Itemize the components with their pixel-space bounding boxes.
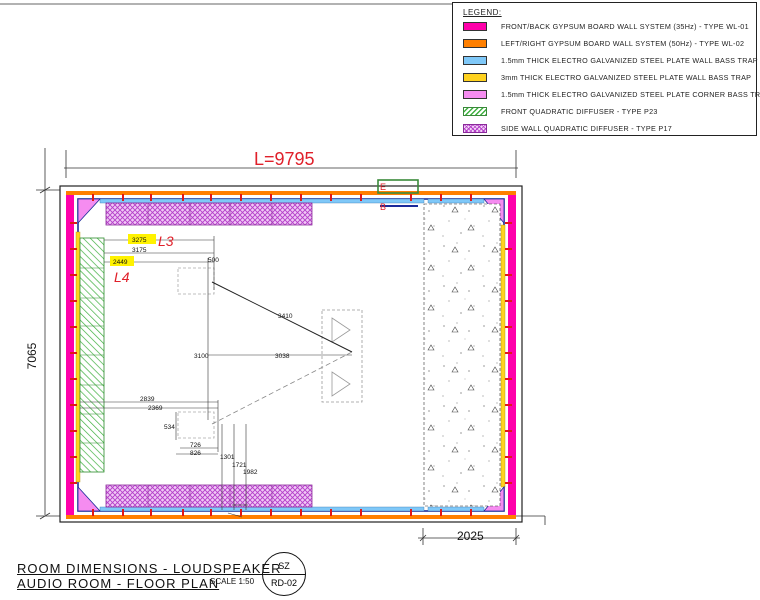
corner-trap-top-left	[77, 198, 101, 225]
scale-label: SCALE 1:50	[210, 577, 255, 586]
dim-1301: 1301	[220, 454, 235, 461]
wall-wl02-bottom	[66, 515, 516, 519]
dim-534: 534	[164, 424, 175, 431]
dim-3410: 3410	[278, 313, 293, 320]
side-diffuser-bottom	[105, 484, 313, 508]
sightline-lower	[211, 351, 353, 425]
speaker-upper	[177, 267, 215, 295]
wall-wl02-top	[66, 191, 516, 195]
title-line-2: AUDIO ROOM - FLOOR PLAN	[17, 576, 220, 591]
right-zone-label: 2025	[457, 529, 484, 543]
dimension-labels: 3275 3175 2449 500 3410 3100 3038 2839 2…	[113, 237, 293, 476]
dim-2449: 2449	[113, 259, 128, 266]
dim-826: 826	[190, 450, 201, 457]
drawing-stamp: SZ RD-02	[262, 552, 306, 596]
side-diffuser-top	[105, 202, 313, 226]
annotation-l4: L4	[114, 269, 130, 285]
title-line-1: ROOM DIMENSIONS - LOUDSPEAKER	[17, 561, 282, 576]
stamp-initials: SZ	[278, 561, 290, 571]
wall-wl01-right	[508, 192, 516, 518]
stamp-drawing-number: RD-02	[270, 578, 297, 588]
bass-trap-bottom	[99, 506, 425, 512]
dim-3100: 3100	[194, 353, 209, 360]
bass-trap-left	[75, 231, 81, 483]
speaker-lower	[177, 411, 215, 439]
bass-trap-bottom-right	[427, 506, 485, 512]
overall-width-label: L=9795	[254, 149, 315, 169]
dim-1982: 1982	[243, 469, 258, 476]
dim-2839: 2839	[140, 396, 155, 403]
floor-plan: L=9795 7065 2025 E B 3275 3175 2449 500 …	[0, 3, 546, 545]
dim-500: 500	[208, 257, 219, 264]
bass-trap-top	[99, 198, 425, 204]
annotation-e: E	[380, 182, 386, 192]
listener-icon	[331, 317, 351, 397]
stamp-divider	[263, 574, 305, 575]
dim-1721: 1721	[232, 462, 247, 469]
dim-3038: 3038	[275, 353, 290, 360]
corner-trap-bottom-left	[77, 485, 101, 512]
dim-726: 726	[190, 442, 201, 449]
wall-wl01-left	[66, 192, 74, 518]
bass-trap-top-right	[427, 198, 485, 204]
dim-3175: 3175	[132, 247, 147, 254]
dim-3275: 3275	[132, 237, 147, 244]
concrete-zone	[423, 203, 501, 507]
listening-desk	[321, 309, 363, 403]
annotation-l3: L3	[158, 233, 174, 249]
bass-trap-right	[500, 224, 506, 488]
dim-2369: 2369	[148, 405, 163, 412]
annotation-b: B	[380, 202, 386, 212]
overall-height-label: 7065	[25, 342, 39, 369]
